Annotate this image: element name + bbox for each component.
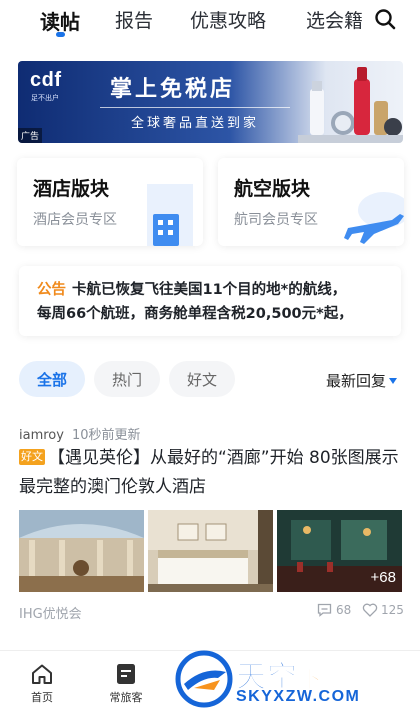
nav-frequent-flyer[interactable]: 常旅客 bbox=[96, 663, 156, 705]
post-image-1[interactable] bbox=[19, 510, 144, 592]
announcement-line-2: 每周66个航班，商务舱单程含税20,500元*起， bbox=[37, 306, 353, 322]
home-icon bbox=[32, 664, 52, 684]
airline-section-card[interactable]: 航空版块 航司会员专区 bbox=[218, 158, 404, 246]
cdf-logo: cdf bbox=[30, 69, 62, 91]
cdf-logo-subtitle: 足不出户 bbox=[31, 94, 59, 102]
like-count[interactable]: 125 bbox=[362, 603, 404, 617]
nav-home[interactable]: 首页 bbox=[12, 663, 72, 705]
cosmetics-products-image bbox=[298, 67, 403, 143]
tab-read-posts[interactable]: 读帖 bbox=[40, 6, 80, 35]
ad-banner[interactable]: cdf 足不出户 掌上免税店 全球奢品直送到家 广告 bbox=[18, 61, 403, 143]
active-tab-indicator bbox=[56, 32, 65, 37]
filter-all-chip[interactable]: 全部 bbox=[19, 361, 85, 397]
announcement-text-1: 卡航已恢复飞往美国11个目的地*的航线， bbox=[72, 282, 347, 298]
caret-down-icon bbox=[389, 377, 398, 384]
comment-icon bbox=[317, 603, 332, 617]
watermark-logo-icon bbox=[175, 650, 233, 708]
more-images-count: +68 bbox=[370, 569, 396, 586]
tab-membership[interactable]: 选会籍 bbox=[306, 6, 363, 33]
comment-count[interactable]: 68 bbox=[317, 603, 351, 617]
filter-good-chip[interactable]: 好文 bbox=[169, 361, 235, 397]
announcement-line-1: 公告 卡航已恢复飞往美国11个目的地*的航线， bbox=[37, 278, 391, 302]
nav-home-label: 首页 bbox=[31, 691, 53, 704]
sort-label: 最新回复 bbox=[326, 372, 387, 390]
hotel-card-subtitle: 酒店会员专区 bbox=[33, 212, 117, 228]
nav-frequent-label: 常旅客 bbox=[109, 691, 143, 704]
tab-reports[interactable]: 报告 bbox=[115, 6, 153, 33]
post-time: 10秒前更新 bbox=[71, 428, 141, 443]
airline-card-subtitle: 航司会员专区 bbox=[234, 212, 318, 228]
airplane-icon bbox=[344, 192, 404, 244]
tab-deals[interactable]: 优惠攻略 bbox=[190, 6, 266, 33]
site-watermark: 天空下载玩 SKYXZW.COM bbox=[172, 650, 420, 709]
ad-label: 广告 bbox=[18, 128, 43, 143]
hotel-building-icon bbox=[147, 184, 193, 246]
post-forum-source[interactable]: IHG优悦会 bbox=[19, 603, 82, 622]
search-icon[interactable] bbox=[374, 8, 396, 30]
hotel-section-card[interactable]: 酒店版块 酒店会员专区 bbox=[17, 158, 203, 246]
filter-hot-chip[interactable]: 热门 bbox=[94, 361, 160, 397]
post-title-block[interactable]: 好文 【遇见英伦】从最好的“酒廊”开始 80张图展示最完整的澳门伦敦人酒店 bbox=[19, 444, 404, 502]
post-image-2[interactable] bbox=[148, 510, 273, 592]
post-author[interactable]: iamroy bbox=[19, 428, 64, 443]
announcement-box[interactable]: 公告 卡航已恢复飞往美国11个目的地*的航线， 每周66个航班，商务舱单程含税20… bbox=[19, 266, 401, 336]
like-count-value: 125 bbox=[381, 603, 404, 617]
hotel-room-photo bbox=[148, 510, 273, 592]
top-tab-bar: 读帖 报告 优惠攻略 选会籍 bbox=[0, 0, 420, 42]
card-icon bbox=[117, 664, 135, 684]
sort-dropdown[interactable]: 最新回复 bbox=[326, 370, 398, 391]
comment-count-value: 68 bbox=[336, 603, 352, 617]
heart-icon bbox=[362, 603, 378, 617]
airline-card-title: 航空版块 bbox=[234, 178, 311, 200]
banner-subtitle-wrap: 全球奢品直送到家 bbox=[100, 107, 290, 131]
post-image-3[interactable]: +68 bbox=[277, 510, 402, 592]
post-good-badge: 好文 bbox=[19, 449, 45, 465]
watermark-en-text: SKYXZW.COM bbox=[236, 688, 361, 705]
announcement-tag: 公告 bbox=[37, 282, 66, 298]
post-title: 【遇见英伦】从最好的“酒廊”开始 80张图展示最完整的澳门伦敦人酒店 bbox=[19, 448, 399, 497]
banner-subtitle: 全球奢品直送到家 bbox=[130, 116, 259, 131]
hall-photo bbox=[19, 510, 144, 592]
banner-title: 掌上免税店 bbox=[110, 77, 236, 102]
hotel-card-title: 酒店版块 bbox=[33, 178, 110, 200]
post-meta: iamroy 10秒前更新 bbox=[19, 424, 141, 443]
